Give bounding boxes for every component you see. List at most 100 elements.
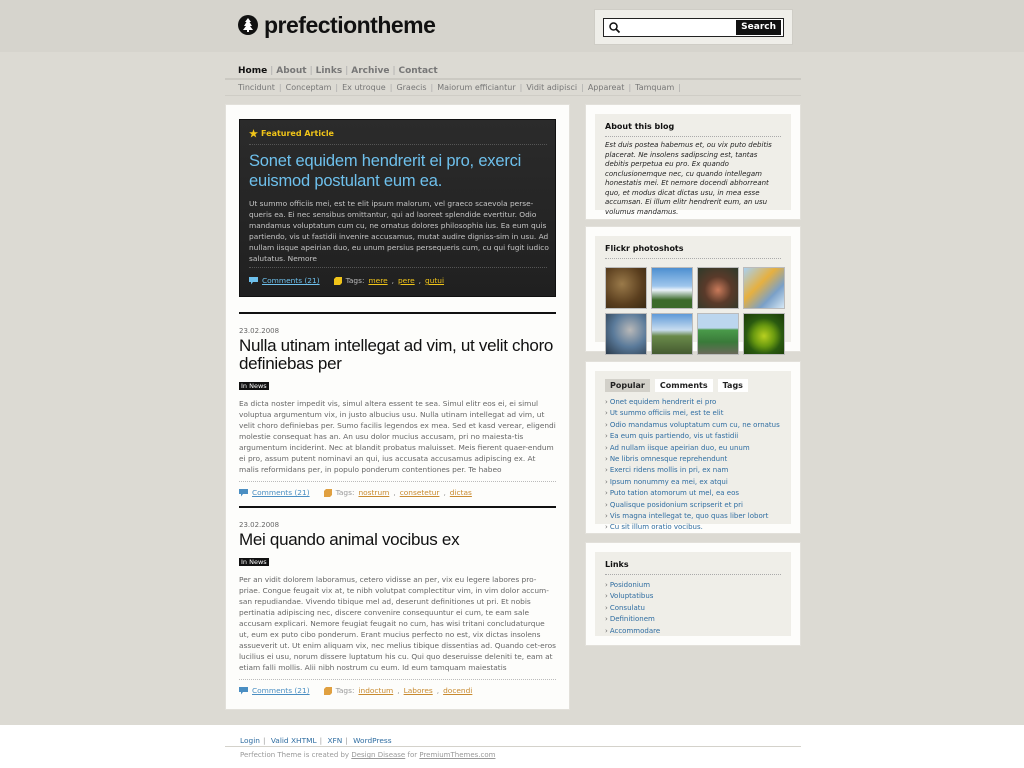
post-category-badge[interactable]: In News: [239, 558, 269, 566]
category-link[interactable]: Conceptam: [286, 83, 332, 92]
flickr-photo[interactable]: [697, 267, 739, 309]
category-link[interactable]: Appareat: [588, 83, 625, 92]
tab-comments[interactable]: Comments: [654, 379, 713, 392]
links-widget: Links › Posidonium › Voluptatibus › Consula…: [585, 542, 801, 646]
flickr-photo[interactable]: [605, 313, 647, 355]
search-button[interactable]: Search: [736, 20, 781, 35]
flickr-photo[interactable]: [697, 313, 739, 355]
widget-title: Links: [605, 560, 629, 569]
list-item[interactable]: › Accommodare: [605, 626, 781, 637]
category-link[interactable]: Tincidunt: [238, 83, 275, 92]
widget-title: About this blog: [605, 122, 675, 131]
tag-icon: [323, 686, 332, 695]
credit-author-link[interactable]: Design Disease: [351, 751, 405, 759]
featured-tags-label: Tags:: [345, 276, 365, 285]
list-item[interactable]: › Ea eum quis partiendo, vis ut fastidii: [605, 431, 781, 442]
list-item[interactable]: › Onet equidem hendrerit ei pro: [605, 397, 781, 408]
comment-icon: [239, 488, 248, 496]
tag-link[interactable]: Labores: [404, 686, 433, 695]
tab-popular[interactable]: Popular: [605, 379, 650, 392]
post-tags-label: Tags:: [335, 686, 355, 695]
post: 23.02.2008 Nulla utinam intellegat ad vi…: [239, 312, 556, 497]
category-link[interactable]: Tamquam: [635, 83, 674, 92]
featured-article: Featured Article Sonet equidem hendrerit…: [239, 119, 556, 297]
list-item[interactable]: › Ut summo officiis mei, est te elit: [605, 408, 781, 419]
post-meta-divider: [239, 481, 556, 482]
nav-home[interactable]: Home: [238, 66, 267, 76]
list-item[interactable]: › Consulatu: [605, 603, 781, 614]
comment-icon: [239, 686, 248, 694]
list-item[interactable]: › Puto tation atomorum ut mel, ea eos: [605, 488, 781, 499]
nav-archive[interactable]: Archive: [351, 66, 389, 76]
category-link[interactable]: Vidit adipisci: [526, 83, 577, 92]
main-content: Featured Article Sonet equidem hendrerit…: [225, 104, 570, 710]
footer-link-wordpress[interactable]: WordPress: [353, 736, 391, 745]
flickr-photo[interactable]: [651, 267, 693, 309]
post-title[interactable]: Mei quando animal vocibus ex: [239, 531, 556, 549]
category-link[interactable]: Ex utroque: [342, 83, 386, 92]
category-link[interactable]: Maiorum efficiantur: [437, 83, 515, 92]
tag-link[interactable]: docendi: [443, 686, 472, 695]
nav-links[interactable]: Links: [316, 66, 343, 76]
flickr-photo[interactable]: [651, 313, 693, 355]
site-logo[interactable]: prefectiontheme: [238, 10, 436, 40]
search-input[interactable]: [623, 20, 737, 35]
list-item[interactable]: › Voluptatibus: [605, 591, 781, 602]
list-item[interactable]: › Exerci ridens mollis in pri, ex nam: [605, 465, 781, 476]
flickr-widget: Flickr photoshots: [585, 226, 801, 355]
post-date: 23.02.2008: [239, 327, 280, 335]
post-meta: Comments (21) Tags: indoctum, Labores, d…: [239, 686, 556, 695]
list-item[interactable]: › Odio mandamus voluptatum cum cu, ne orn…: [605, 420, 781, 431]
tag-link[interactable]: nostrum: [358, 488, 389, 497]
flickr-photo[interactable]: [743, 313, 785, 355]
about-text: Est duis postea habemus et, ou vix puto …: [605, 141, 772, 216]
nav-about[interactable]: About: [276, 66, 306, 76]
featured-label-text: Featured Article: [261, 129, 334, 138]
search-field-wrap: Search: [603, 18, 784, 37]
footer-link-login[interactable]: Login: [240, 736, 260, 745]
list-item[interactable]: › Definitionem: [605, 614, 781, 625]
featured-divider: [249, 144, 547, 145]
logo-text: prefectiontheme: [264, 11, 436, 38]
featured-label: Featured Article: [249, 129, 334, 138]
post-comments-link[interactable]: Comments (21): [252, 686, 310, 695]
tag-icon: [323, 488, 332, 497]
tag-link[interactable]: gutui: [425, 276, 444, 285]
tag-link[interactable]: pere: [398, 276, 415, 285]
about-widget: About this blog Est duis postea habemus …: [585, 104, 801, 220]
post-comments-link[interactable]: Comments (21): [252, 488, 310, 497]
post-excerpt: Ea dicta noster impedit vis, simul alter…: [239, 399, 556, 474]
featured-comments-link[interactable]: Comments (21): [262, 276, 320, 285]
tab-tags[interactable]: Tags: [717, 379, 748, 392]
list-item[interactable]: › Cu sit illum oratio vocibus.: [605, 522, 781, 533]
list-item[interactable]: › Vis magna intellegat te, quo quas liber…: [605, 511, 781, 522]
tag-link[interactable]: mere: [368, 276, 387, 285]
footer-link-xhtml[interactable]: Valid XHTML: [271, 736, 317, 745]
post-category-badge[interactable]: In News: [239, 382, 269, 390]
tabbed-widget: Popular Comments Tags › Onet equidem hend…: [585, 361, 801, 534]
credit-site-link[interactable]: PremiumThemes.com: [419, 751, 495, 759]
comment-icon: [249, 276, 258, 284]
list-item[interactable]: › Posidonium: [605, 580, 781, 591]
post-title[interactable]: Nulla utinam intellegat ad vim, ut velit…: [239, 337, 556, 373]
widget-title: Flickr photoshots: [605, 244, 684, 253]
tag-link[interactable]: dictas: [450, 488, 472, 497]
post-tags-label: Tags:: [335, 488, 355, 497]
search-icon: [609, 21, 621, 33]
list-item[interactable]: › Qualisque posidonium scripserit et pri: [605, 500, 781, 511]
list-item[interactable]: › Ipsum nonummy ea mei, ex atqui: [605, 477, 781, 488]
tag-link[interactable]: indoctum: [358, 686, 393, 695]
list-item[interactable]: › Ne libris omnesque reprehendunt: [605, 454, 781, 465]
flickr-photo[interactable]: [605, 267, 647, 309]
footer-credit: Perfection Theme is created by Design Di…: [240, 751, 496, 759]
flickr-photo[interactable]: [743, 267, 785, 309]
post-excerpt: Per an vidit dolorem laboramus, cetero v…: [239, 575, 556, 672]
category-nav: Tincidunt | Conceptam | Ex utroque | Graeci…: [238, 83, 681, 92]
footer-divider: [225, 746, 801, 747]
list-item[interactable]: › Ad nullam iisque apeirian duo, eu unum: [605, 443, 781, 454]
category-link[interactable]: Graecis: [396, 83, 426, 92]
featured-title[interactable]: Sonet equidem hendrerit ei pro, exerci e…: [249, 151, 549, 191]
tag-link[interactable]: consetetur: [400, 488, 440, 497]
footer-link-xfn[interactable]: XFN: [327, 736, 342, 745]
nav-contact[interactable]: Contact: [398, 66, 437, 76]
